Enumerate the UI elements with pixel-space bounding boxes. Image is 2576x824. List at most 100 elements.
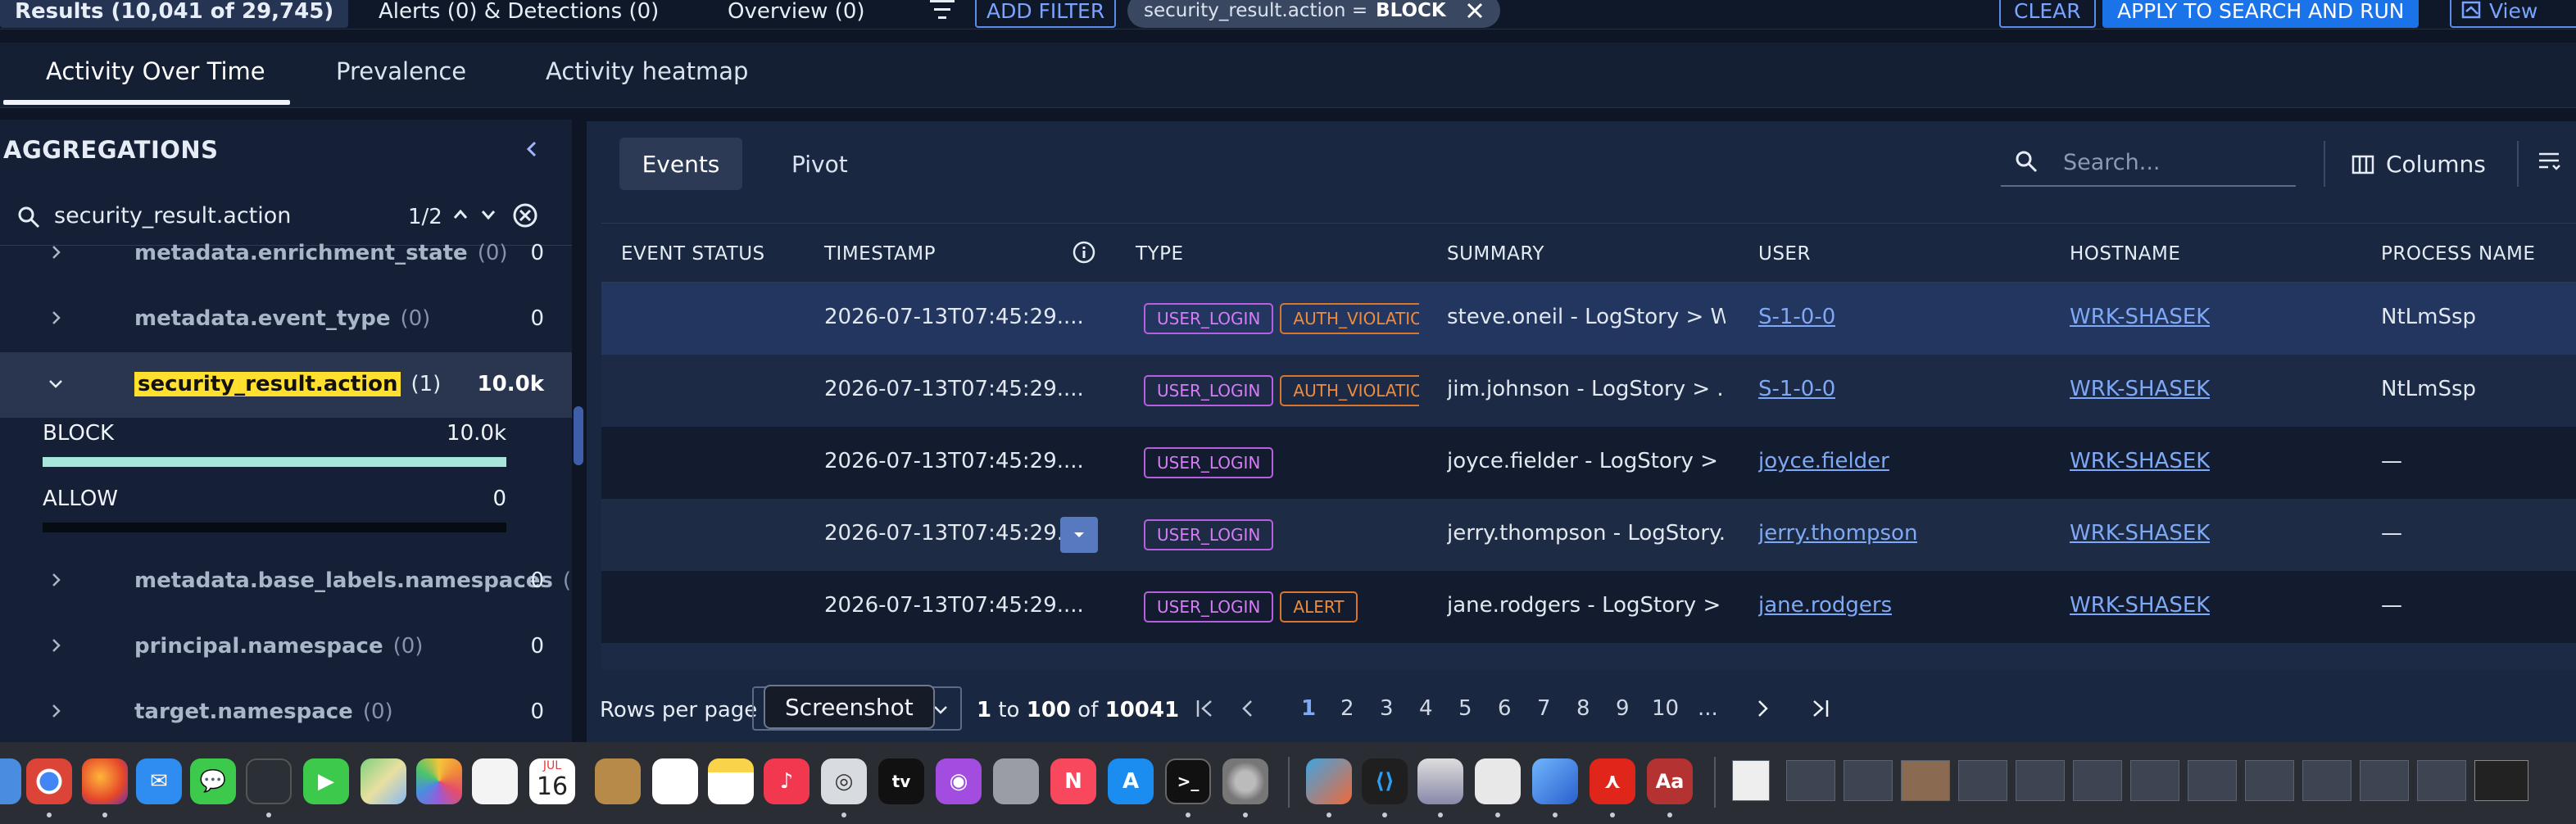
window-thumbnail[interactable]: [1958, 760, 2007, 801]
column-header[interactable]: TIMESTAMP: [824, 243, 936, 265]
page-number[interactable]: 9: [1616, 696, 1630, 721]
window-thumbnail[interactable]: [2130, 760, 2179, 801]
chevron-right-icon[interactable]: [46, 636, 66, 655]
page-number[interactable]: 3: [1380, 696, 1394, 721]
view-button[interactable]: View: [2450, 0, 2576, 28]
hostname-link[interactable]: WRK-SHASEK: [2070, 449, 2210, 473]
xcode-icon[interactable]: [1532, 758, 1578, 804]
calendar-icon[interactable]: JUL 16: [529, 758, 575, 804]
page-number[interactable]: 7: [1537, 696, 1551, 721]
downloads-stack[interactable]: [2540, 760, 2573, 801]
aggregation-field-row[interactable]: principal.namespace (0) 0: [0, 614, 572, 680]
chevron-right-icon[interactable]: [46, 242, 66, 262]
vscode-icon[interactable]: ⟨⟩: [1362, 758, 1408, 804]
first-page-icon[interactable]: [1193, 696, 1218, 721]
user-link[interactable]: S-1-0-0: [1758, 305, 1835, 329]
add-filter-button[interactable]: ADD FILTER: [975, 0, 1117, 28]
tab-prevalence[interactable]: Prevalence: [336, 57, 466, 85]
panel-resize-handle[interactable]: [574, 406, 583, 465]
window-thumbnail[interactable]: [2360, 760, 2409, 801]
clear-button[interactable]: CLEAR: [1999, 0, 2096, 28]
chevron-down-icon[interactable]: [46, 374, 66, 393]
column-header[interactable]: EVENT STATUS: [621, 243, 765, 265]
acrobat-icon[interactable]: ⋏: [1590, 758, 1635, 804]
page-number-current[interactable]: 1: [1301, 696, 1316, 721]
apply-to-search-button[interactable]: APPLY TO SEARCH AND RUN: [2102, 0, 2420, 28]
hostname-link[interactable]: WRK-SHASEK: [2070, 521, 2210, 546]
table-row-partial[interactable]: [601, 643, 2576, 670]
row-menu-button[interactable]: [1060, 517, 1098, 553]
hostname-link[interactable]: WRK-SHASEK: [2070, 377, 2210, 401]
window-thumbnail[interactable]: [1786, 760, 1835, 801]
previous-page-icon[interactable]: [1236, 696, 1260, 721]
window-thumbnail[interactable]: [2302, 760, 2352, 801]
density-icon[interactable]: [2537, 149, 2561, 174]
chevron-right-icon[interactable]: [46, 308, 66, 328]
window-thumbnail[interactable]: [1844, 760, 1893, 801]
page-number[interactable]: 10: [1652, 696, 1679, 721]
next-page-icon[interactable]: [1750, 696, 1775, 721]
facetime-icon[interactable]: ▶: [303, 758, 349, 804]
tab-activity-over-time[interactable]: Activity Over Time: [46, 57, 265, 85]
textedit-icon[interactable]: [1475, 758, 1521, 804]
notes-icon[interactable]: [708, 758, 754, 804]
chevron-right-icon[interactable]: [46, 570, 66, 590]
window-thumbnail[interactable]: [2073, 760, 2122, 801]
activity-monitor-icon[interactable]: [246, 758, 292, 804]
table-row[interactable]: 2026-07-13T07:45:29.... USER_LOGIN AUTH_V…: [601, 355, 2576, 427]
last-page-icon[interactable]: [1807, 696, 1832, 721]
window-thumbnail[interactable]: [2245, 760, 2294, 801]
maps-icon[interactable]: [361, 758, 406, 804]
table-row[interactable]: 2026-07-13T07:45:29.... USER_LOGIN joyce…: [601, 427, 2576, 499]
firefox-icon[interactable]: [82, 758, 128, 804]
events-search[interactable]: [2001, 138, 2296, 187]
dictionary-icon[interactable]: Aa: [1647, 758, 1693, 804]
page-number[interactable]: 4: [1419, 696, 1433, 721]
user-link[interactable]: jerry.thompson: [1758, 521, 1917, 546]
podcasts-icon[interactable]: ◉: [936, 758, 982, 804]
tab-events[interactable]: Events: [619, 138, 742, 190]
music-icon[interactable]: ♪: [764, 758, 810, 804]
system-settings-icon[interactable]: [1222, 758, 1268, 804]
aggregation-field-row[interactable]: target.namespace (0) 0: [0, 680, 572, 742]
tab-results[interactable]: Results (10,041 of 29,745): [0, 0, 349, 28]
window-thumbnail[interactable]: [2474, 760, 2528, 801]
reminders-icon[interactable]: [472, 758, 518, 804]
window-thumbnail[interactable]: [2188, 760, 2237, 801]
window-thumbnail[interactable]: [2417, 760, 2466, 801]
messages-icon[interactable]: 💬: [190, 758, 236, 804]
chrome-icon[interactable]: [26, 758, 72, 804]
news-icon[interactable]: N: [1050, 758, 1096, 804]
freeform-icon[interactable]: [652, 758, 698, 804]
aggregation-field-row[interactable]: metadata.event_type (0) 0: [0, 287, 572, 352]
window-thumbnail[interactable]: [1901, 760, 1950, 801]
screenshot-app-icon[interactable]: ◎: [821, 758, 867, 804]
table-row[interactable]: 2026-07-13T07:45:29.... USER_LOGIN jerry…: [601, 499, 2576, 571]
filter-chip[interactable]: security_result.action = BLOCK: [1127, 0, 1500, 28]
events-search-input[interactable]: [2063, 146, 2284, 179]
page-number[interactable]: 8: [1576, 696, 1590, 721]
terminal-icon[interactable]: >_: [1165, 758, 1211, 804]
column-header[interactable]: TYPE: [1136, 243, 1184, 265]
column-header[interactable]: PROCESS NAME: [2381, 243, 2535, 265]
aggregation-field-row[interactable]: metadata.enrichment_state (0) 0: [0, 221, 572, 287]
column-header[interactable]: USER: [1758, 243, 1811, 265]
tab-pivot[interactable]: Pivot: [791, 151, 848, 178]
finder-icon[interactable]: [0, 758, 21, 804]
column-header[interactable]: SUMMARY: [1447, 243, 1544, 265]
filter-icon[interactable]: [927, 0, 957, 25]
chevron-right-icon[interactable]: [46, 701, 66, 721]
preview-icon[interactable]: [1417, 758, 1463, 804]
table-row[interactable]: 2026-07-13T07:45:29.... USER_LOGIN ALERT …: [601, 571, 2576, 643]
tab-alerts-detections[interactable]: Alerts (0) & Detections (0): [364, 0, 673, 28]
tab-activity-heatmap[interactable]: Activity heatmap: [546, 57, 748, 85]
document-thumbnail[interactable]: [1732, 760, 1770, 801]
column-header[interactable]: HOSTNAME: [2070, 243, 2180, 265]
table-row-selected[interactable]: 2026-07-13T07:45:29.... USER_LOGIN AUTH_V…: [601, 283, 2576, 355]
collapse-panel-icon[interactable]: [521, 138, 544, 161]
window-thumbnail[interactable]: [2016, 760, 2065, 801]
user-link[interactable]: jane.rodgers: [1758, 593, 1892, 618]
page-number[interactable]: 5: [1458, 696, 1472, 721]
photos-icon[interactable]: [416, 758, 462, 804]
mail-icon[interactable]: ✉: [136, 758, 182, 804]
